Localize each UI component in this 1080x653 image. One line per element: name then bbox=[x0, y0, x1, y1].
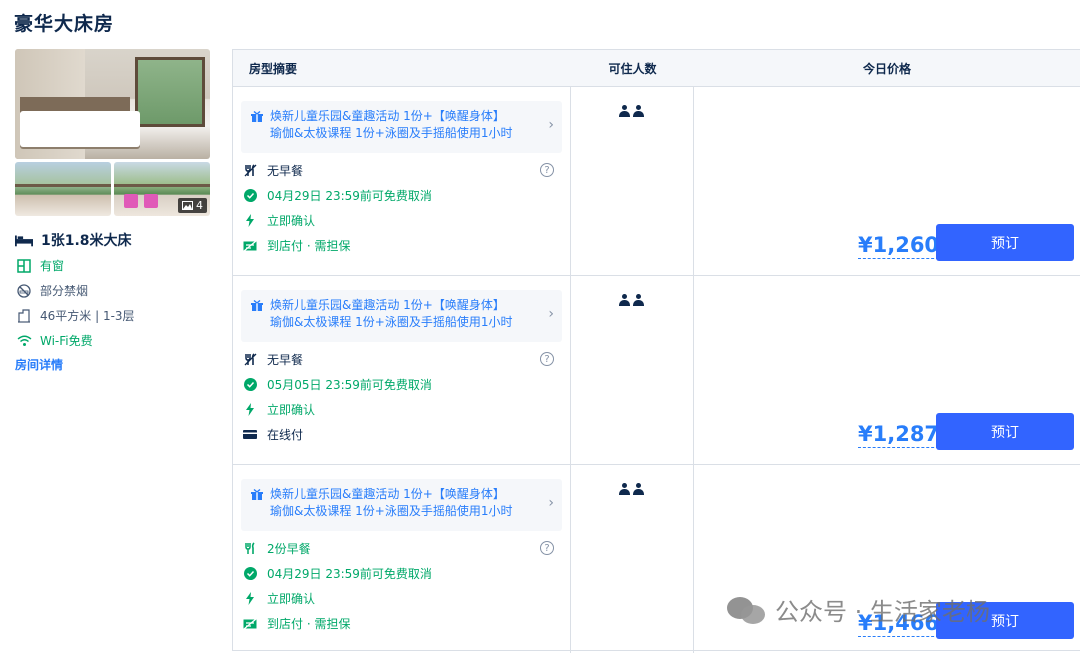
confirm-info: 立即确认 bbox=[267, 214, 316, 228]
thumbnail-balcony-1[interactable] bbox=[15, 162, 111, 216]
check-circle-icon bbox=[241, 378, 259, 391]
breakfast-icon bbox=[241, 542, 259, 555]
package-promo[interactable]: 焕新儿童乐园&童趣活动 1份+【唤醒身体】 瑜伽&太极课程 1份+泳圈及手摇船使… bbox=[241, 101, 562, 153]
chevron-right-icon: › bbox=[548, 306, 554, 322]
cancel-policy: 04月29日 23:59前可免费取消 bbox=[267, 567, 432, 581]
wifi-icon bbox=[15, 335, 33, 347]
photo-count-badge[interactable]: 4 bbox=[178, 198, 207, 213]
lightning-icon bbox=[241, 403, 259, 416]
room-gallery[interactable]: 4 bbox=[15, 49, 210, 216]
wifi-info: Wi-Fi免费 bbox=[40, 334, 93, 348]
help-icon[interactable]: ? bbox=[540, 163, 554, 177]
bed-type: 1张1.8米大床 bbox=[41, 233, 132, 249]
promo-line1: 焕新儿童乐园&童趣活动 1份+【唤醒身体】 bbox=[270, 109, 505, 123]
confirm-info: 立即确认 bbox=[267, 592, 316, 606]
promo-line1: 焕新儿童乐园&童趣活动 1份+【唤醒身体】 bbox=[270, 298, 505, 312]
payment-info: 到店付 · 需担保 bbox=[267, 239, 351, 253]
lightning-icon bbox=[241, 592, 259, 605]
room-info: 1张1.8米大床 有窗 部分禁烟 46平方米 | 1-3层 Wi-Fi免费 bbox=[15, 229, 215, 353]
confirm-info: 立即确认 bbox=[267, 403, 316, 417]
occupancy-2-persons bbox=[619, 483, 644, 495]
no-breakfast-icon bbox=[241, 353, 259, 366]
thumbnail-balcony-2[interactable]: 4 bbox=[114, 162, 210, 216]
help-icon[interactable]: ? bbox=[540, 352, 554, 366]
rate-table: 房型摘要 可住人数 今日价格 焕新儿童乐园&童趣活动 1份+【唤醒身体】 瑜伽&… bbox=[232, 49, 1080, 653]
room-title: 豪华大床房 bbox=[14, 13, 115, 35]
gift-icon bbox=[251, 297, 263, 335]
pay-at-hotel-icon bbox=[241, 240, 259, 252]
smoking-info: 部分禁烟 bbox=[40, 284, 89, 298]
person-icon bbox=[633, 483, 644, 495]
person-icon bbox=[633, 105, 644, 117]
wechat-icon bbox=[727, 595, 767, 625]
chevron-right-icon: › bbox=[548, 117, 554, 133]
pay-at-hotel-icon bbox=[241, 618, 259, 630]
help-icon[interactable]: ? bbox=[540, 541, 554, 555]
meal-info: 无早餐 bbox=[267, 353, 304, 367]
no-smoking-icon bbox=[15, 283, 33, 298]
occupancy-2-persons bbox=[619, 294, 644, 306]
promo-line1: 焕新儿童乐园&童趣活动 1份+【唤醒身体】 bbox=[270, 487, 505, 501]
image-icon bbox=[182, 201, 193, 210]
rate-row: 焕新儿童乐园&童趣活动 1份+【唤醒身体】 瑜伽&太极课程 1份+泳圈及手摇船使… bbox=[233, 275, 1080, 464]
check-circle-icon bbox=[241, 189, 259, 202]
promo-line2: 瑜伽&太极课程 1份+泳圈及手摇船使用1小时 bbox=[270, 504, 513, 518]
price[interactable]: ¥1,287 bbox=[858, 422, 940, 448]
credit-card-icon bbox=[241, 429, 259, 440]
meal-info: 2份早餐 bbox=[267, 542, 311, 556]
table-header: 房型摘要 可住人数 今日价格 bbox=[233, 50, 1080, 86]
window-info: 有窗 bbox=[40, 259, 65, 273]
area-icon bbox=[15, 308, 33, 323]
payment-info: 到店付 · 需担保 bbox=[267, 617, 351, 631]
payment-info: 在线付 bbox=[267, 428, 304, 442]
header-occupancy: 可住人数 bbox=[608, 61, 657, 76]
person-icon bbox=[619, 105, 630, 117]
occupancy-2-persons bbox=[619, 105, 644, 117]
gift-icon bbox=[251, 486, 263, 524]
book-button[interactable]: 预订 bbox=[936, 224, 1074, 261]
rate-row: 焕新儿童乐园&童趣活动 1份+【唤醒身体】 瑜伽&太极课程 1份+泳圈及手摇船使… bbox=[233, 86, 1080, 275]
chevron-right-icon: › bbox=[548, 495, 554, 511]
book-button[interactable]: 预订 bbox=[936, 413, 1074, 450]
header-price: 今日价格 bbox=[862, 61, 911, 76]
promo-line2: 瑜伽&太极课程 1份+泳圈及手摇船使用1小时 bbox=[270, 315, 513, 329]
main-room-photo[interactable] bbox=[15, 49, 210, 159]
watermark: 公众号 · 生活家老杨 bbox=[727, 592, 990, 627]
size-floor-info: 46平方米 | 1-3层 bbox=[40, 309, 135, 323]
gift-icon bbox=[251, 108, 263, 146]
person-icon bbox=[619, 294, 630, 306]
header-summary: 房型摘要 bbox=[249, 61, 298, 76]
cancel-policy: 04月29日 23:59前可免费取消 bbox=[267, 189, 432, 203]
price[interactable]: ¥1,260 bbox=[858, 233, 940, 259]
person-icon bbox=[633, 294, 644, 306]
room-details-link[interactable]: 房间详情 bbox=[15, 356, 63, 373]
package-promo[interactable]: 焕新儿童乐园&童趣活动 1份+【唤醒身体】 瑜伽&太极课程 1份+泳圈及手摇船使… bbox=[241, 479, 562, 531]
lightning-icon bbox=[241, 214, 259, 227]
check-circle-icon bbox=[241, 567, 259, 580]
photo-count: 4 bbox=[196, 199, 203, 212]
watermark-text: 公众号 · 生活家老杨 bbox=[775, 598, 990, 626]
meal-info: 无早餐 bbox=[267, 164, 304, 178]
promo-line2: 瑜伽&太极课程 1份+泳圈及手摇船使用1小时 bbox=[270, 126, 513, 140]
package-promo[interactable]: 焕新儿童乐园&童趣活动 1份+【唤醒身体】 瑜伽&太极课程 1份+泳圈及手摇船使… bbox=[241, 290, 562, 342]
window-icon bbox=[15, 258, 33, 273]
cancel-policy: 05月05日 23:59前可免费取消 bbox=[267, 378, 432, 392]
person-icon bbox=[619, 483, 630, 495]
bed-icon bbox=[15, 233, 33, 247]
no-breakfast-icon bbox=[241, 164, 259, 177]
